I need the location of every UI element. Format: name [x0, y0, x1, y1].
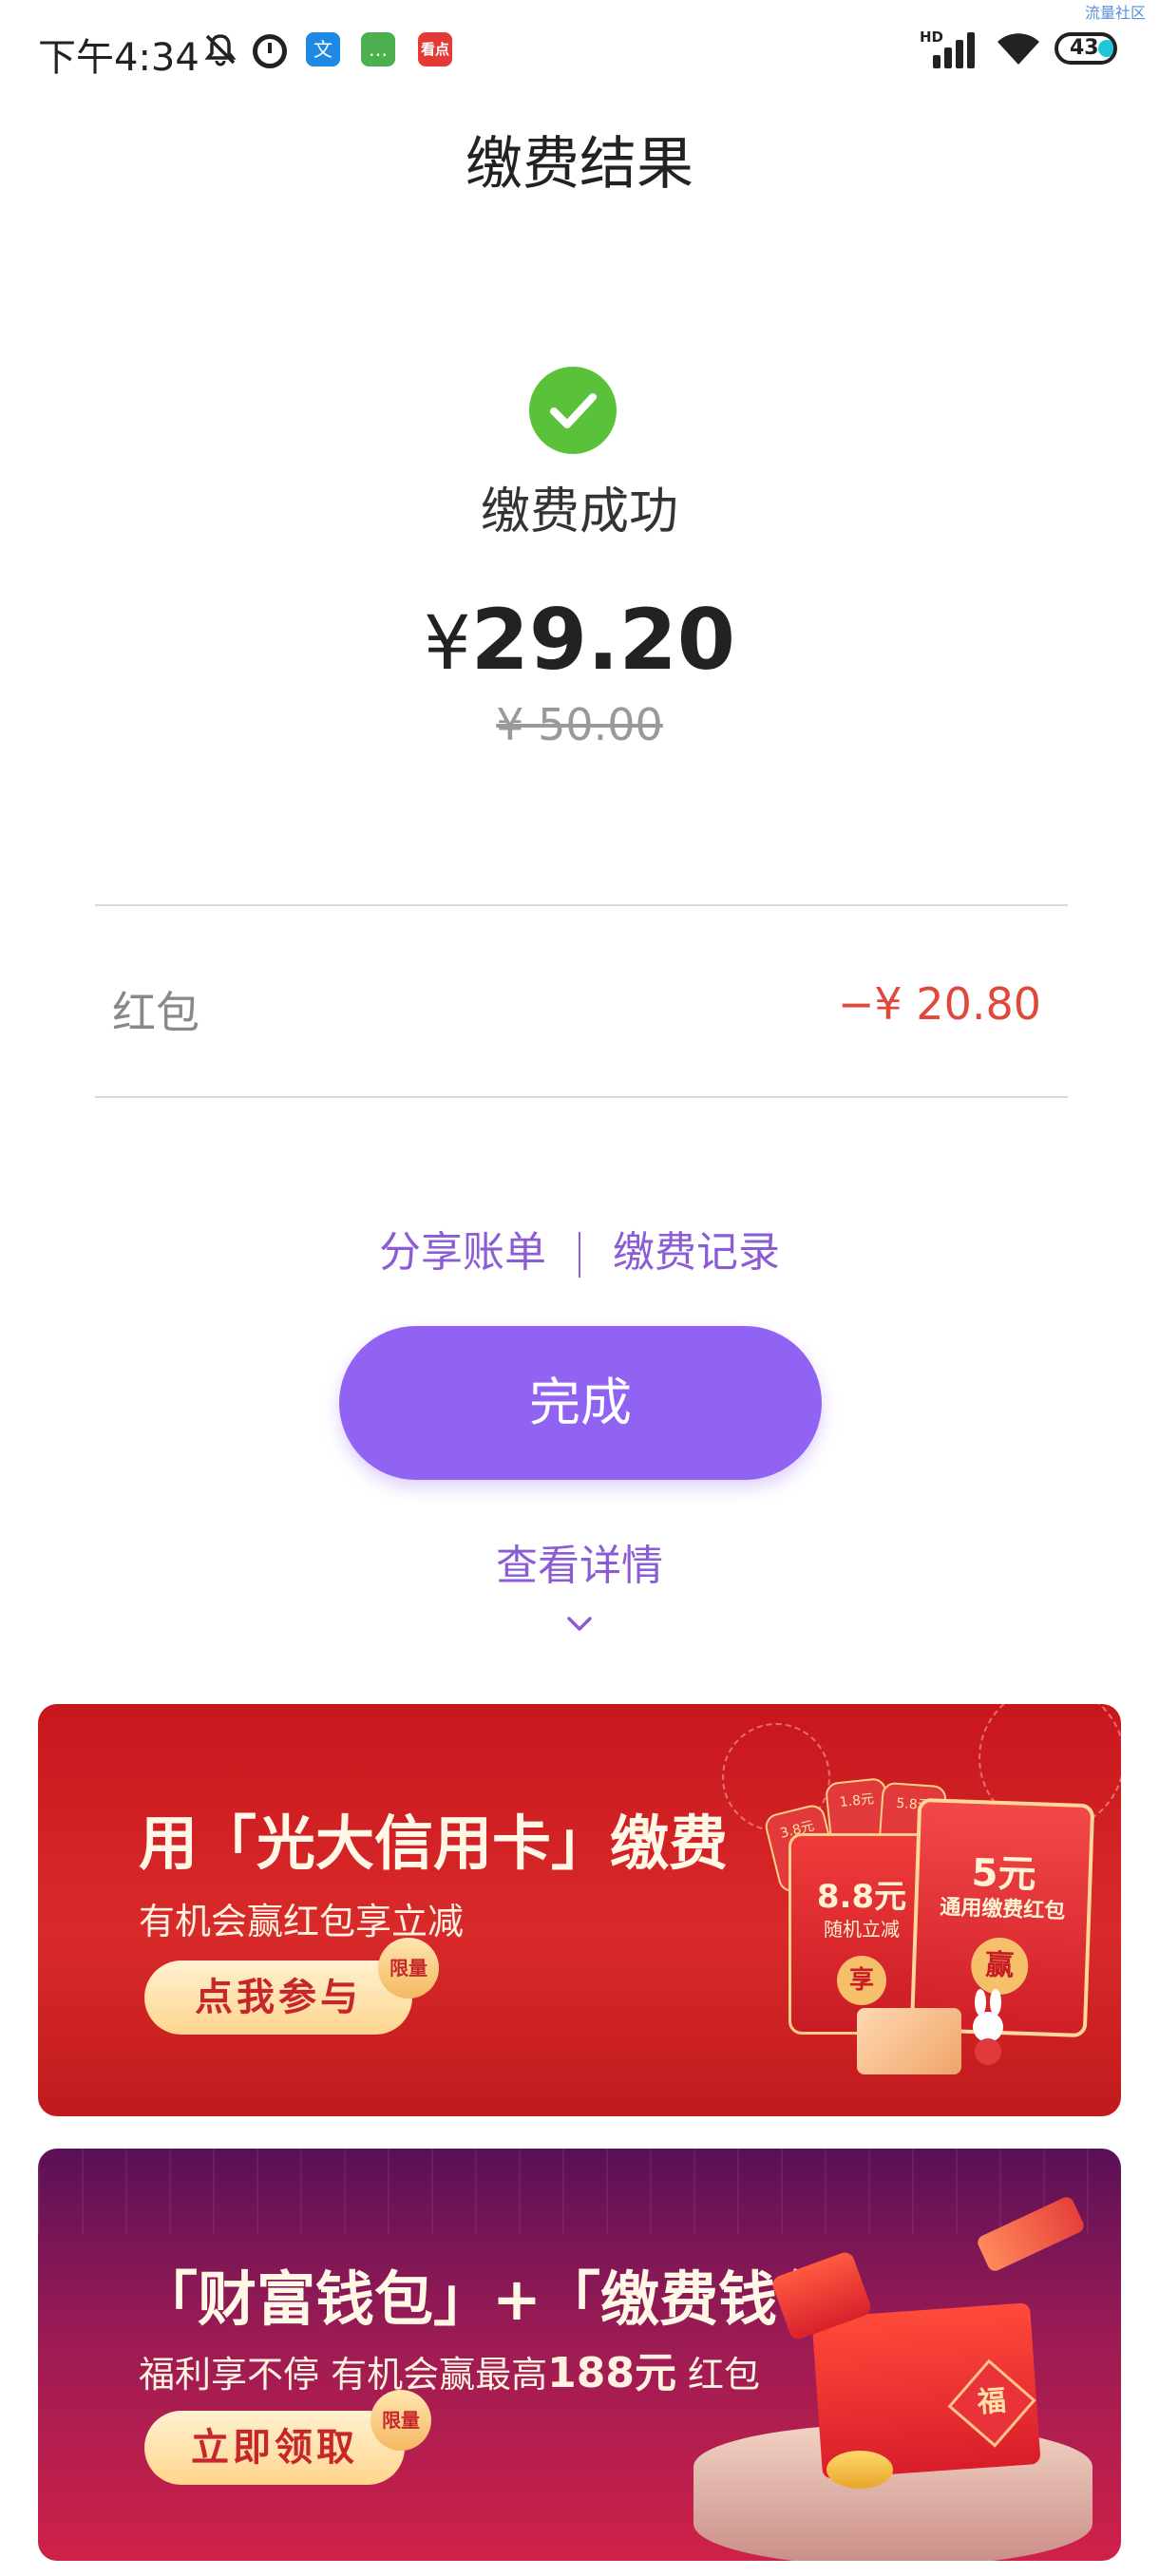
card-seal: 享	[837, 1956, 886, 2005]
card-caption: 通用缴费红包	[939, 1895, 1066, 1924]
payment-records-link[interactable]: 缴费记录	[613, 1228, 780, 1277]
subtitle-prefix: 福利享不停 有机会赢最高	[139, 2354, 548, 2396]
page-title: 缴费结果	[466, 131, 694, 198]
discount-value: −¥ 20.80	[837, 978, 1041, 1030]
promo-banner-wallet[interactable]: 「财富钱包」+「缴费钱包」 福利享不停 有机会赢最高188元 红包 立即领取 限…	[38, 2149, 1121, 2561]
chevron-down-icon[interactable]	[566, 1611, 593, 1638]
signal-icon	[920, 28, 975, 68]
banner-subtitle: 福利享不停 有机会赢最高188元 红包	[139, 2339, 760, 2399]
app-news-icon: 看点	[418, 32, 452, 66]
paid-amount: ¥29.20	[0, 591, 1159, 689]
discount-label: 红包	[112, 987, 200, 1038]
original-amount: ¥ 50.00	[496, 699, 663, 750]
card-caption: 随机立减	[824, 1918, 900, 1941]
payment-status: 缴费成功	[480, 483, 678, 540]
rabbit-mascot-icon	[960, 1989, 1016, 2065]
share-bill-link[interactable]: 分享账单	[379, 1228, 546, 1277]
subtitle-highlight: 188元	[547, 2349, 676, 2397]
view-details-link[interactable]: 查看详情	[0, 1531, 1159, 1592]
action-links: 分享账单 缴费记录	[0, 1218, 1159, 1279]
gold-ingot-icon	[826, 2451, 893, 2489]
app-message-icon: …	[361, 32, 395, 66]
card-seal: 赢	[970, 1936, 1030, 1996]
watermark: 流量社区	[1084, 4, 1146, 22]
grid-decoration	[38, 2149, 1121, 2234]
divider-top	[95, 904, 1068, 906]
clock-icon	[253, 34, 287, 68]
limited-badge: 限量	[378, 1938, 439, 1998]
limited-badge: 限量	[370, 2390, 431, 2451]
status-bar: 下午4:34 文 … 看点 HD 43 流量社区	[0, 0, 1159, 104]
card-amount: 8.8元	[816, 1878, 907, 1916]
fu-seal-text: 福	[976, 2384, 1008, 2420]
promo-banner-credit-card[interactable]: 用「光大信用卡」缴费 有机会赢红包享立减 点我参与 限量 3.8元 1.8元 5…	[38, 1704, 1121, 2116]
credit-card-illustration	[857, 2008, 961, 2074]
divider-bottom	[95, 1096, 1068, 1098]
battery-icon: 43	[1054, 32, 1117, 65]
status-time: 下午4:34	[38, 36, 200, 80]
amount-value: 29.20	[470, 591, 735, 689]
join-button[interactable]: 点我参与	[144, 1960, 412, 2035]
bell-off-icon	[203, 32, 238, 66]
app-translate-icon: 文	[306, 32, 340, 66]
subtitle-suffix: 红包	[688, 2354, 761, 2396]
claim-now-button[interactable]: 立即领取	[144, 2411, 405, 2485]
currency-symbol: ¥	[424, 601, 471, 687]
link-separator	[579, 1232, 580, 1278]
banner-subtitle: 有机会赢红包享立减	[139, 1901, 465, 1942]
banner-title: 用「光大信用卡」缴费	[139, 1809, 729, 1878]
wifi-icon	[994, 28, 1043, 68]
success-check-icon	[529, 367, 617, 454]
done-button[interactable]: 完成	[339, 1326, 822, 1480]
